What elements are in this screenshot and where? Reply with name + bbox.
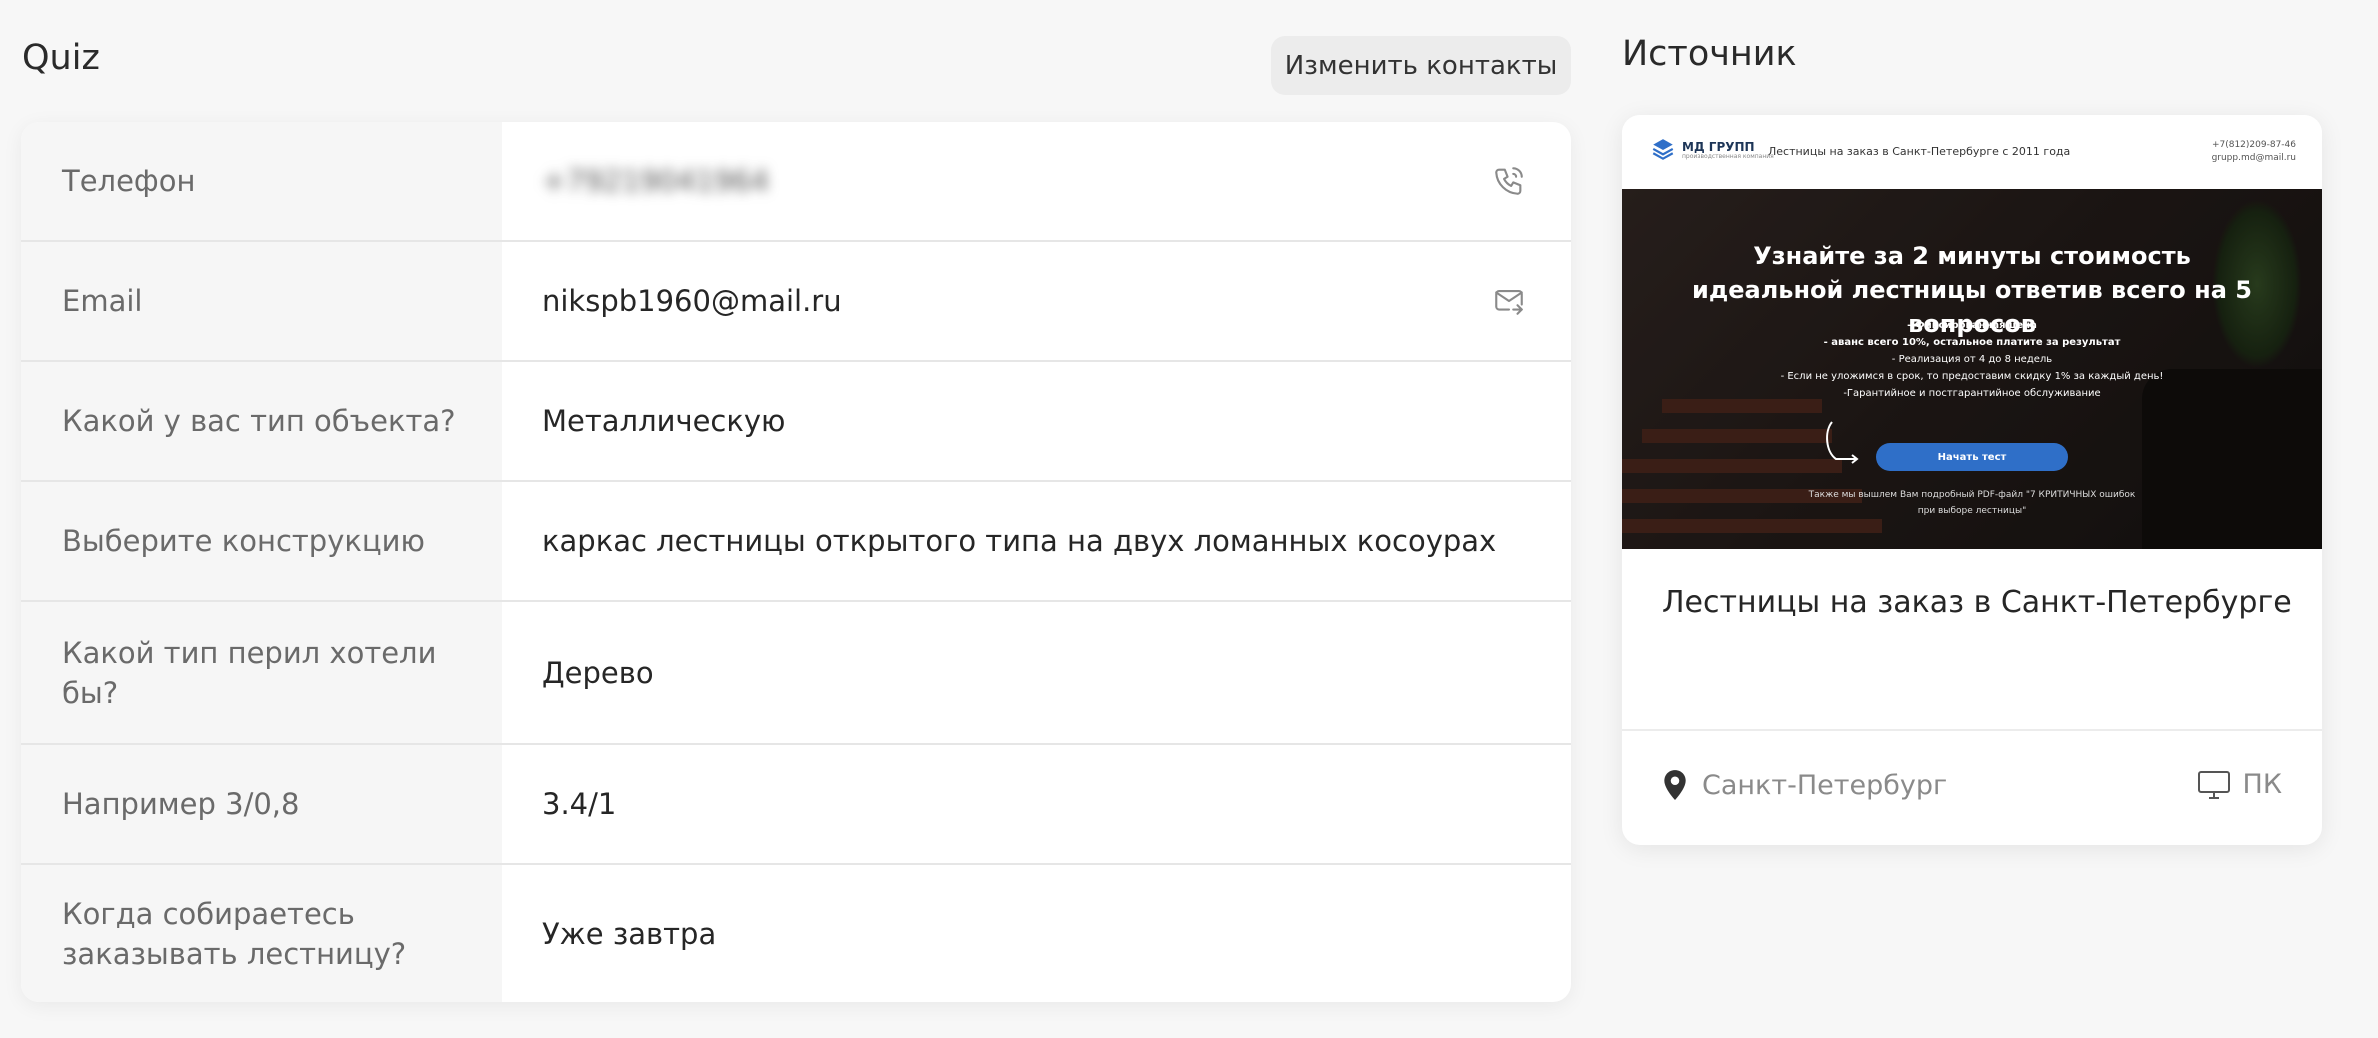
hero-bullets: - Фиксированная цена - аванс всего 10%, … <box>1742 317 2202 402</box>
table-row: Какой тип перил хотели бы? Дерево <box>21 602 1571 745</box>
row-value: каркас лестницы открытого типа на двух л… <box>542 524 1497 558</box>
bullet: - аванс всего 10%, остальное платите за … <box>1823 337 2121 348</box>
quiz-answers-table: Телефон +79219041964 Email nikspb1960@ma… <box>21 122 1571 1002</box>
row-value: nikspb1960@mail.ru <box>502 242 1571 360</box>
location-text: Санкт-Петербург <box>1702 769 1948 801</box>
email-value: nikspb1960@mail.ru <box>542 284 842 318</box>
row-value: 3.4/1 <box>542 787 617 821</box>
quiz-title: Quiz <box>22 38 100 78</box>
mail-forward-icon[interactable] <box>1491 283 1527 319</box>
row-label: Например 3/0,8 <box>21 745 502 863</box>
phone-value: +79219041964 <box>542 164 770 198</box>
hero-banner: Узнайте за 2 минуты стоимость идеальной … <box>1622 189 2322 549</box>
preview-header: МД ГРУПП производственная компания Лестн… <box>1622 115 2322 189</box>
table-row: Когда собираетесь заказывать лестницу? У… <box>21 865 1571 1002</box>
logo-subtext: производственная компания <box>1682 152 1774 160</box>
row-value: Дерево <box>542 655 654 690</box>
preview-phone: +7(812)209-87-46 <box>2211 140 2296 150</box>
row-label: Какой у вас тип объекта? <box>21 362 502 480</box>
logo-text: МД ГРУПП <box>1682 139 1755 154</box>
row-label: Email <box>21 242 502 360</box>
bullet: -Гарантийное и постгарантийное обслужива… <box>1843 388 2101 399</box>
source-title: Источник <box>1622 34 1797 74</box>
preview-email: grupp.md@mail.ru <box>2211 153 2296 163</box>
preview-contacts: +7(812)209-87-46 grupp.md@mail.ru <box>2212 139 2296 165</box>
source-card[interactable]: МД ГРУПП производственная компания Лестн… <box>1622 115 2322 845</box>
source-location: Санкт-Петербург <box>1662 769 1947 801</box>
table-row: Выберите конструкцию каркас лестницы отк… <box>21 482 1571 602</box>
phone-call-icon[interactable] <box>1491 163 1527 199</box>
start-test-button: Начать тест <box>1876 443 2068 471</box>
landing-preview-image: МД ГРУПП производственная компания Лестн… <box>1622 115 2322 549</box>
bullet: - Если не уложимся в срок, то предостави… <box>1780 371 2164 382</box>
table-row-phone: Телефон +79219041964 <box>21 122 1571 242</box>
logo-icon <box>1652 139 1674 160</box>
map-pin-icon <box>1664 770 1686 800</box>
row-label: Телефон <box>21 122 502 240</box>
row-value: +79219041964 <box>502 122 1571 240</box>
bullet: - Реализация от 4 до 8 недель <box>1891 354 2053 365</box>
row-label: Выберите конструкцию <box>21 482 502 600</box>
hero-note: Также мы вышлем Вам подробный PDF-файл "… <box>1808 490 2136 516</box>
divider <box>1622 729 2322 731</box>
row-label: Когда собираетесь заказывать лестницу? <box>21 865 502 1002</box>
row-value: Уже завтра <box>542 916 717 951</box>
table-row: Какой у вас тип объекта? Металлическую <box>21 362 1571 482</box>
device-text: ПК <box>2242 769 2282 800</box>
row-value: Металлическую <box>542 404 786 438</box>
monitor-icon <box>2197 770 2230 799</box>
company-logo: МД ГРУПП производственная компания <box>1650 137 1774 163</box>
preview-tagline: Лестницы на заказ в Санкт-Петербурге с 2… <box>1768 145 2071 158</box>
source-device: ПК <box>2197 769 2282 800</box>
table-row: Например 3/0,8 3.4/1 <box>21 745 1571 865</box>
edit-contacts-button[interactable]: Изменить контакты <box>1271 36 1571 95</box>
bullet: - Фиксированная цена <box>1907 320 2037 331</box>
table-row-email: Email nikspb1960@mail.ru <box>21 242 1571 362</box>
row-label: Какой тип перил хотели бы? <box>21 602 502 743</box>
source-name: Лестницы на заказ в Санкт-Петербурге <box>1662 585 2292 620</box>
curved-arrow-icon <box>1826 421 1859 464</box>
